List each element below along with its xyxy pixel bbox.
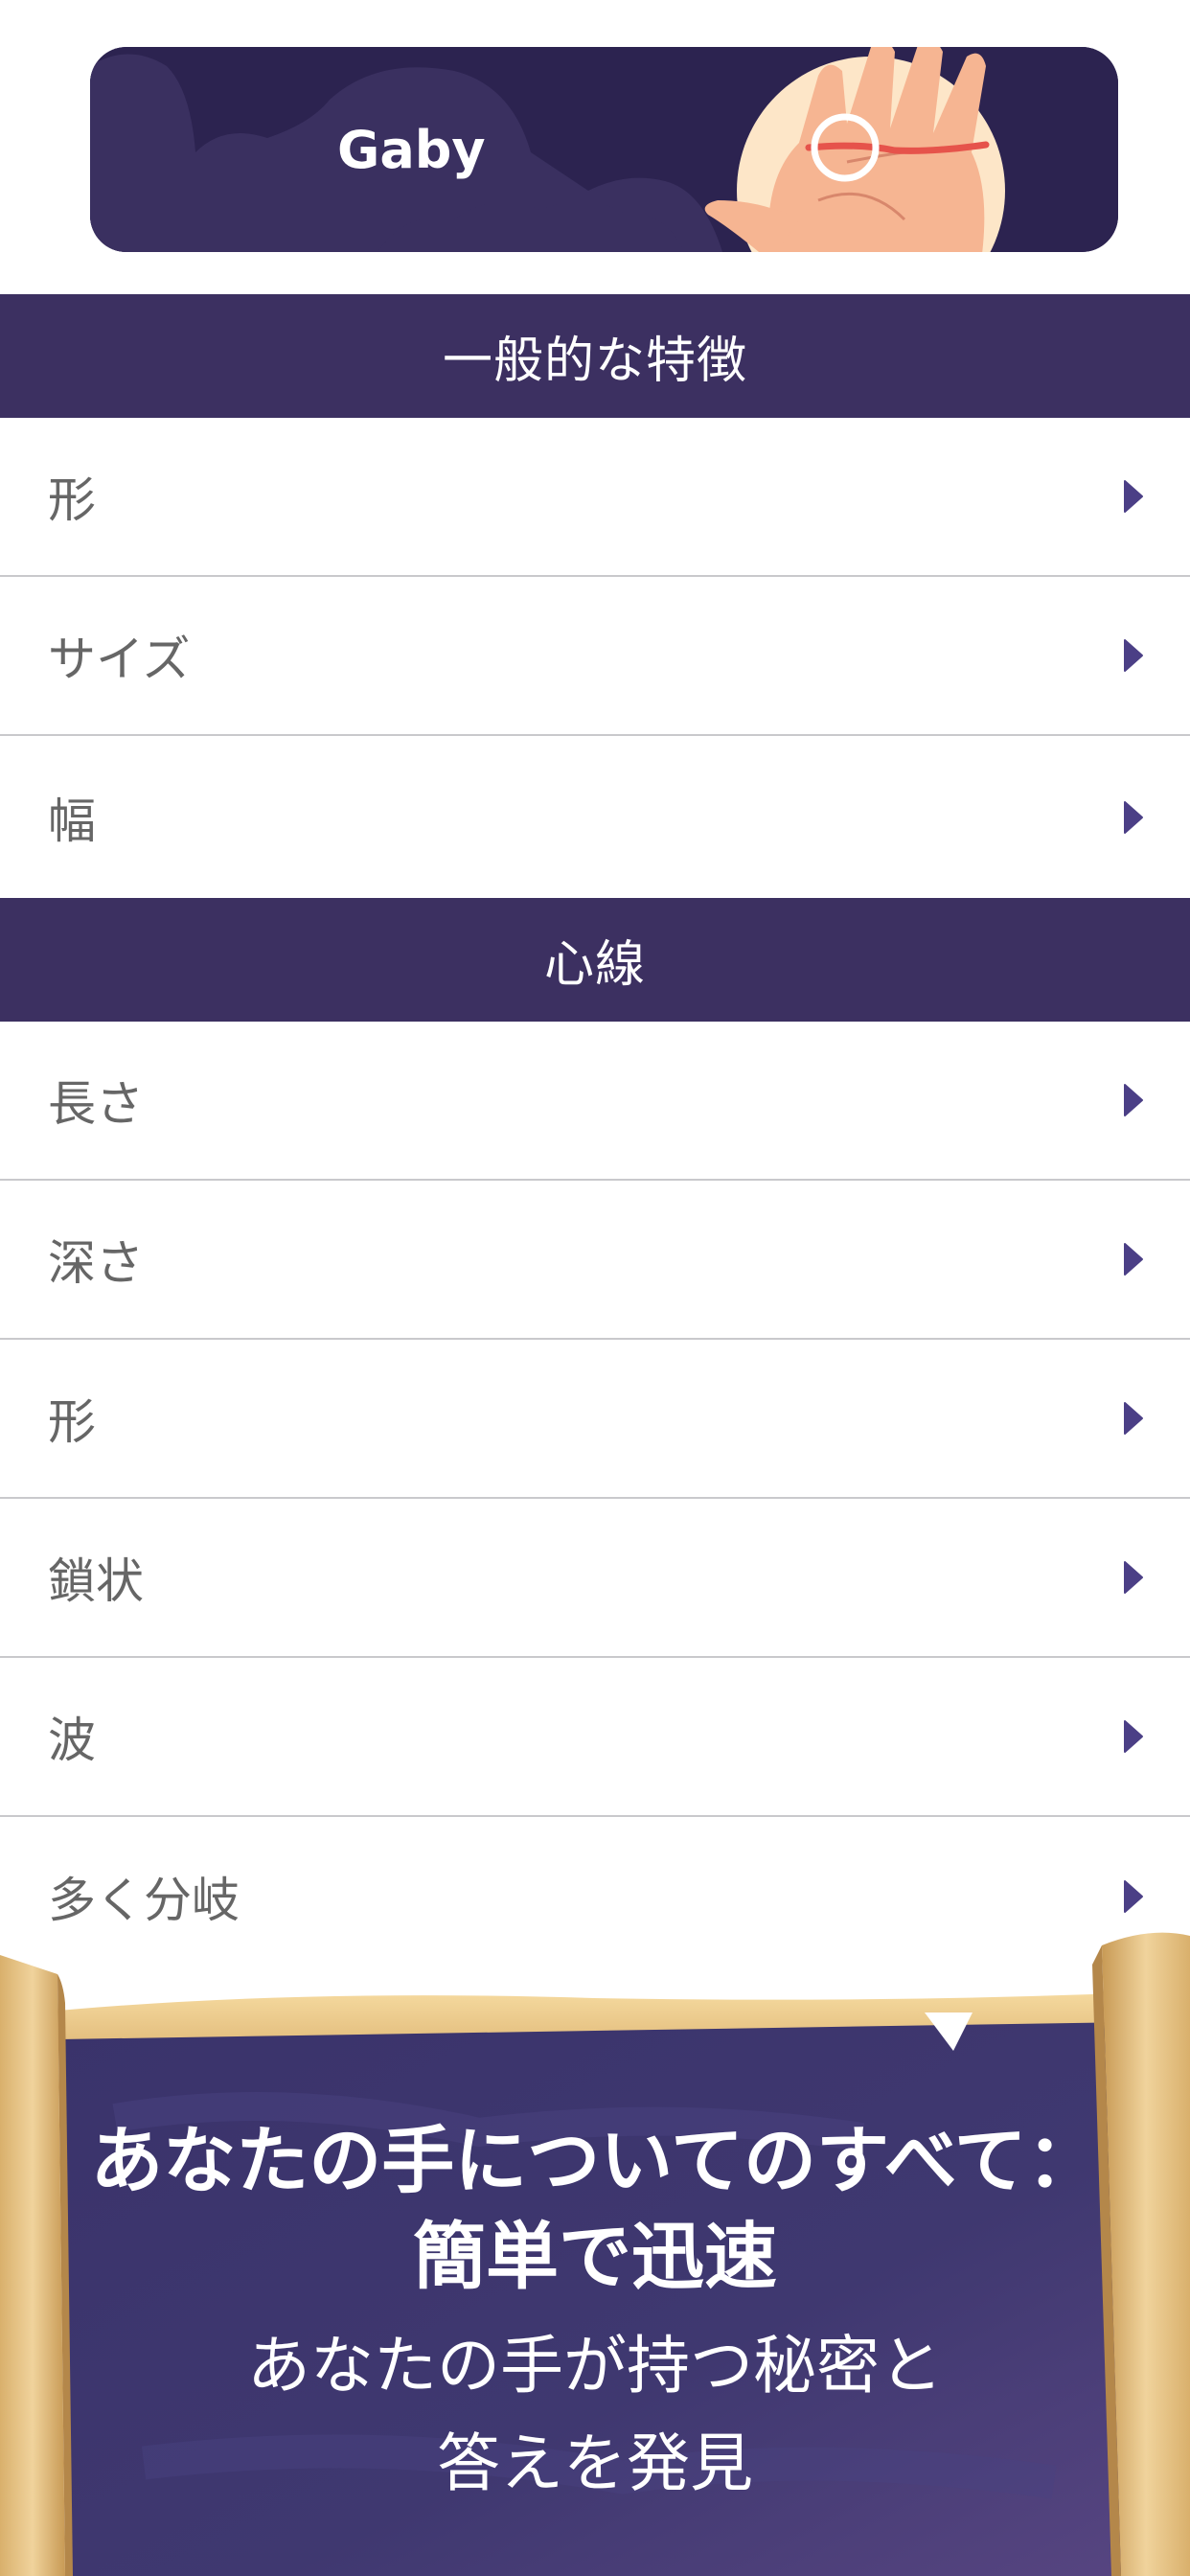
list-item-width[interactable]: 幅 <box>0 736 1190 898</box>
chevron-right-icon <box>1124 480 1143 513</box>
section-header-heart-line: 心線 <box>0 898 1190 1022</box>
chevron-right-icon <box>1124 1084 1143 1116</box>
list-item-depth[interactable]: 深さ <box>0 1181 1190 1340</box>
chevron-right-icon <box>1124 1561 1143 1594</box>
chevron-right-icon <box>1124 639 1143 672</box>
profile-name: Gaby <box>337 120 486 180</box>
list-item-wave[interactable]: 波 <box>0 1658 1190 1817</box>
list-item-shape-line[interactable]: 形 <box>0 1340 1190 1499</box>
list-item-label: サイズ <box>48 632 191 687</box>
profile-banner[interactable]: Gaby <box>90 47 1118 252</box>
promo-title-line-2: 簡単で迅速 <box>413 2214 777 2299</box>
promo-scroll-banner[interactable]: あなたの手についてのすべて： 簡単で迅速 あなたの手が持つ秘密と 答えを発見 <box>0 1926 1190 2576</box>
list-item-label: 幅 <box>48 793 96 849</box>
list-item-chained[interactable]: 鎖状 <box>0 1499 1190 1658</box>
chevron-right-icon <box>1124 1243 1143 1276</box>
list-item-label: 長さ <box>48 1076 144 1132</box>
chevron-right-icon <box>1124 1402 1143 1435</box>
list-item-length[interactable]: 長さ <box>0 1022 1190 1181</box>
section-title: 心線 <box>543 936 646 994</box>
section-title: 一般的な特徴 <box>442 333 747 390</box>
list-item-label: 形 <box>48 1394 96 1450</box>
list-item-label: 波 <box>48 1713 96 1768</box>
palm-icon <box>703 47 1118 252</box>
chevron-right-icon <box>1124 1880 1143 1913</box>
list-item-label: 鎖状 <box>48 1553 144 1609</box>
chevron-right-icon <box>1124 800 1143 834</box>
list-item-label: 形 <box>48 472 96 528</box>
promo-subtitle-line-1: あなたの手が持つ秘密と <box>247 2329 943 2403</box>
promo-title-line-1: あなたの手についてのすべて： <box>90 2118 1100 2203</box>
list-item-label: 深さ <box>48 1235 144 1291</box>
list-item-size[interactable]: サイズ <box>0 577 1190 736</box>
list-item-shape[interactable]: 形 <box>0 418 1190 577</box>
chevron-right-icon <box>1124 1720 1143 1753</box>
promo-subtitle-line-2: 答えを発見 <box>437 2426 753 2500</box>
section-header-general: 一般的な特徴 <box>0 294 1190 418</box>
list-item-label: 多く分岐 <box>48 1873 240 1928</box>
